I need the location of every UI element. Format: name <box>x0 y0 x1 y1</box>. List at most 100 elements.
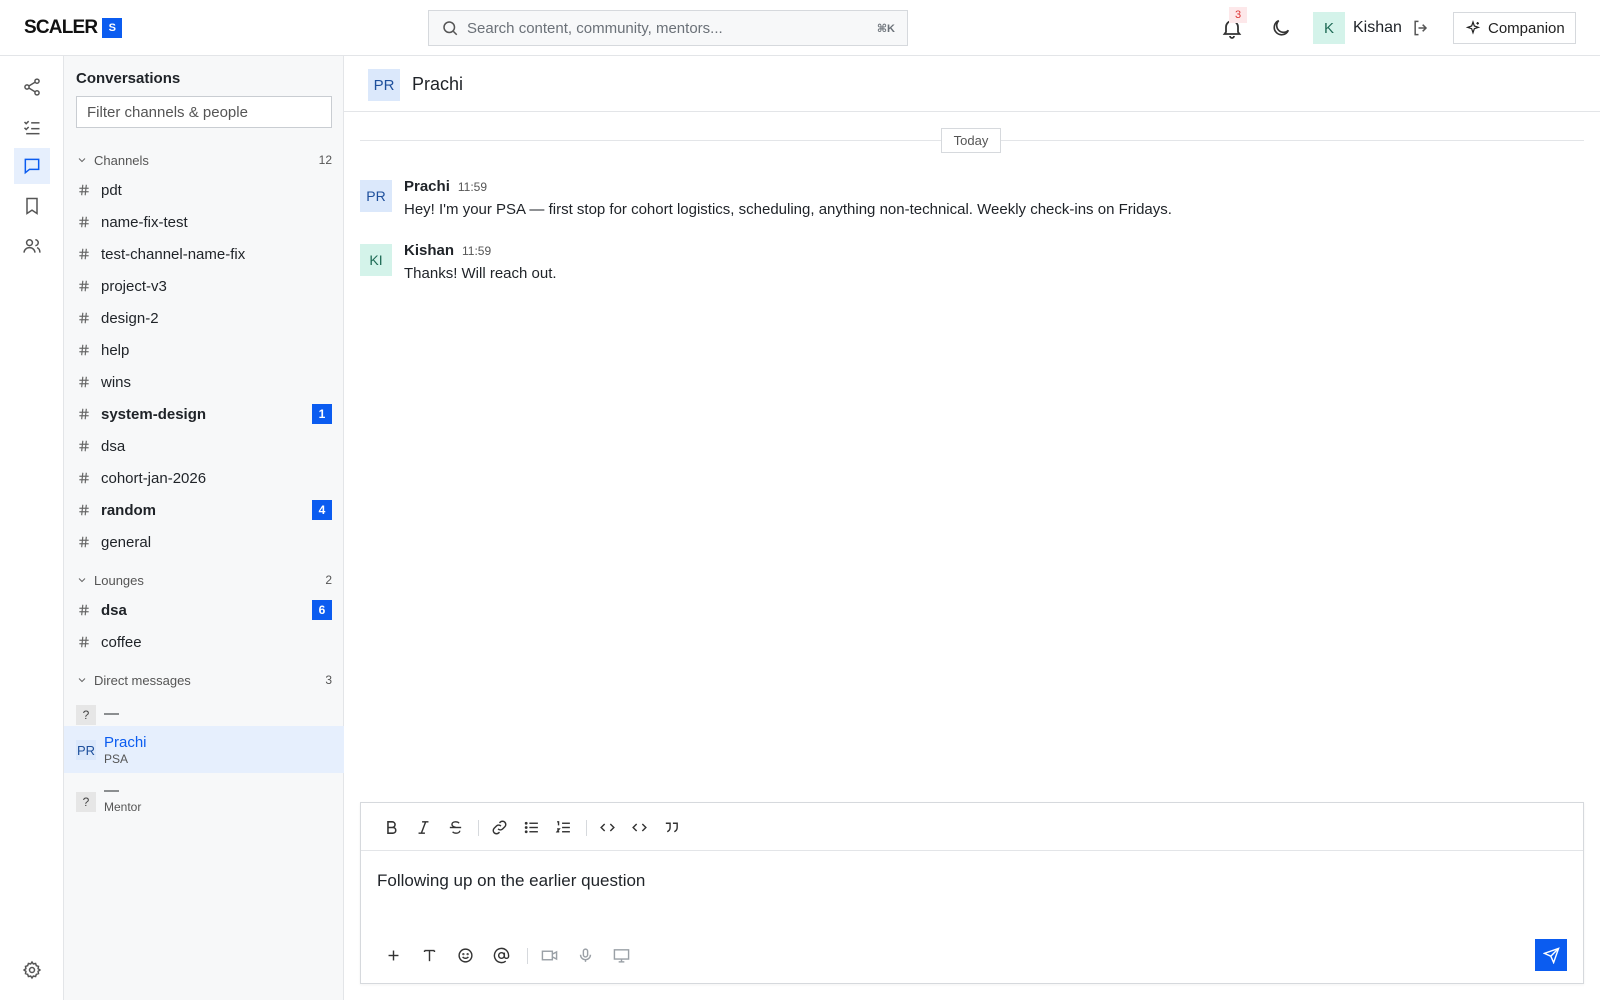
bookmark-icon <box>26 197 38 215</box>
lounge-item[interactable]: dsa 6 <box>64 595 344 625</box>
user-avatar[interactable]: K <box>1313 12 1345 44</box>
channel-name: project-v3 <box>101 277 167 295</box>
channel-item[interactable]: general <box>64 527 344 557</box>
bold-icon <box>386 820 396 834</box>
strikethrough-icon <box>449 820 461 834</box>
channel-name: dsa <box>101 437 126 455</box>
quote-button[interactable] <box>661 817 681 837</box>
dm-item-mentor[interactable]: ? — Mentor <box>64 776 344 822</box>
channel-item[interactable]: design-2 <box>64 303 344 333</box>
rail-tasks-button[interactable] <box>14 109 50 145</box>
toolbar-separator <box>478 820 479 836</box>
emoji-icon <box>457 947 473 963</box>
moon-icon[interactable] <box>1270 17 1292 39</box>
hash-icon <box>79 376 89 388</box>
channel-item[interactable]: name-fix-test <box>64 207 344 237</box>
code-block-icon <box>631 822 647 832</box>
text-format-button[interactable] <box>419 945 439 965</box>
rail-bookmarks-button[interactable] <box>14 188 50 224</box>
dm-name: — <box>104 782 119 799</box>
emoji-button[interactable] <box>455 945 475 965</box>
hash-icon <box>79 408 89 420</box>
channel-name: name-fix-test <box>101 213 188 231</box>
lounges-count: 2 <box>325 573 332 587</box>
message-text: Hey! I'm your PSA — first stop for cohor… <box>404 201 1172 218</box>
companion-button[interactable]: Companion <box>1453 12 1576 44</box>
dm-name: — <box>104 705 119 722</box>
hash-icon <box>79 312 89 324</box>
video-button[interactable] <box>539 945 559 965</box>
bold-button[interactable] <box>381 817 401 837</box>
search-input[interactable] <box>467 19 877 37</box>
screen-share-button[interactable] <box>611 945 631 965</box>
global-search[interactable]: ⌘K <box>428 10 908 46</box>
toolbar-separator <box>527 948 528 964</box>
channel-item[interactable]: cohort-jan-2026 <box>64 463 344 493</box>
chat-panel: PR Prachi Today PR Prachi 11:59 Hey! I'm… <box>344 56 1600 1000</box>
search-icon <box>443 21 458 36</box>
strikethrough-button[interactable] <box>445 817 465 837</box>
message-text: Thanks! Will reach out. <box>404 265 557 282</box>
code-block-button[interactable] <box>629 817 649 837</box>
italic-button[interactable] <box>413 817 433 837</box>
channel-item[interactable]: system-design 1 <box>64 399 344 429</box>
channel-name: random <box>101 501 157 519</box>
filter-input[interactable] <box>76 96 332 128</box>
inline-code-button[interactable] <box>597 817 617 837</box>
numbered-list-button[interactable] <box>553 817 573 837</box>
video-icon <box>541 950 557 960</box>
channel-item[interactable]: help <box>64 335 344 365</box>
chat-title: Prachi <box>412 74 464 94</box>
dm-item-prachi[interactable]: PR Prachi PSA <box>64 726 344 773</box>
lounge-name: coffee <box>101 633 142 651</box>
message-author[interactable]: Kishan <box>404 242 454 259</box>
lounge-item[interactable]: coffee <box>64 627 344 657</box>
bullet-list-icon <box>524 821 538 833</box>
code-icon <box>599 822 615 832</box>
search-shortcut: ⌘K <box>876 22 895 35</box>
rail-people-button[interactable] <box>14 228 50 264</box>
message-author[interactable]: Prachi <box>404 178 450 195</box>
channel-name: general <box>101 533 152 551</box>
hash-icon <box>79 636 89 648</box>
dms-label: Direct messages <box>94 672 191 688</box>
dm-role: PSA <box>104 752 129 766</box>
lounges-section-header[interactable]: Lounges 2 <box>76 571 332 589</box>
hash-icon <box>79 440 89 452</box>
unread-badge: 4 <box>312 500 332 520</box>
channel-name: cohort-jan-2026 <box>101 469 207 487</box>
gear-icon[interactable] <box>22 960 42 980</box>
send-button[interactable] <box>1535 939 1567 971</box>
rail-chat-button[interactable] <box>14 148 50 184</box>
message-avatar: KI <box>360 244 392 276</box>
logo-text: SCALER <box>24 17 98 38</box>
channel-item[interactable]: project-v3 <box>64 271 344 301</box>
left-rail <box>0 56 64 1000</box>
composer-input[interactable]: Following up on the earlier question <box>377 871 645 891</box>
hash-icon <box>79 536 89 548</box>
channel-item[interactable]: test-channel-name-fix <box>64 239 344 269</box>
formatting-toolbar <box>361 803 1583 851</box>
attach-button[interactable] <box>383 945 403 965</box>
microphone-button[interactable] <box>575 945 595 965</box>
channel-item[interactable]: dsa <box>64 431 344 461</box>
bullet-list-button[interactable] <box>521 817 541 837</box>
logout-icon[interactable] <box>1411 18 1431 38</box>
mention-button[interactable] <box>491 945 511 965</box>
dm-avatar: ? <box>76 792 96 812</box>
hash-icon <box>79 248 89 260</box>
scaler-logo[interactable]: SCALER S <box>24 17 123 39</box>
text-format-icon <box>423 949 435 961</box>
dms-count: 3 <box>325 673 332 687</box>
channels-section-header[interactable]: Channels 12 <box>76 151 332 169</box>
rail-share-button[interactable] <box>14 69 50 105</box>
user-name[interactable]: Kishan <box>1353 19 1402 37</box>
dms-section-header[interactable]: Direct messages 3 <box>76 671 332 689</box>
channel-item[interactable]: random 4 <box>64 495 344 525</box>
link-button[interactable] <box>489 817 509 837</box>
channel-item[interactable]: wins <box>64 367 344 397</box>
channel-name: test-channel-name-fix <box>101 245 246 263</box>
channel-item[interactable]: pdt <box>64 175 344 205</box>
chat-icon <box>24 158 40 175</box>
hash-icon <box>79 184 89 196</box>
